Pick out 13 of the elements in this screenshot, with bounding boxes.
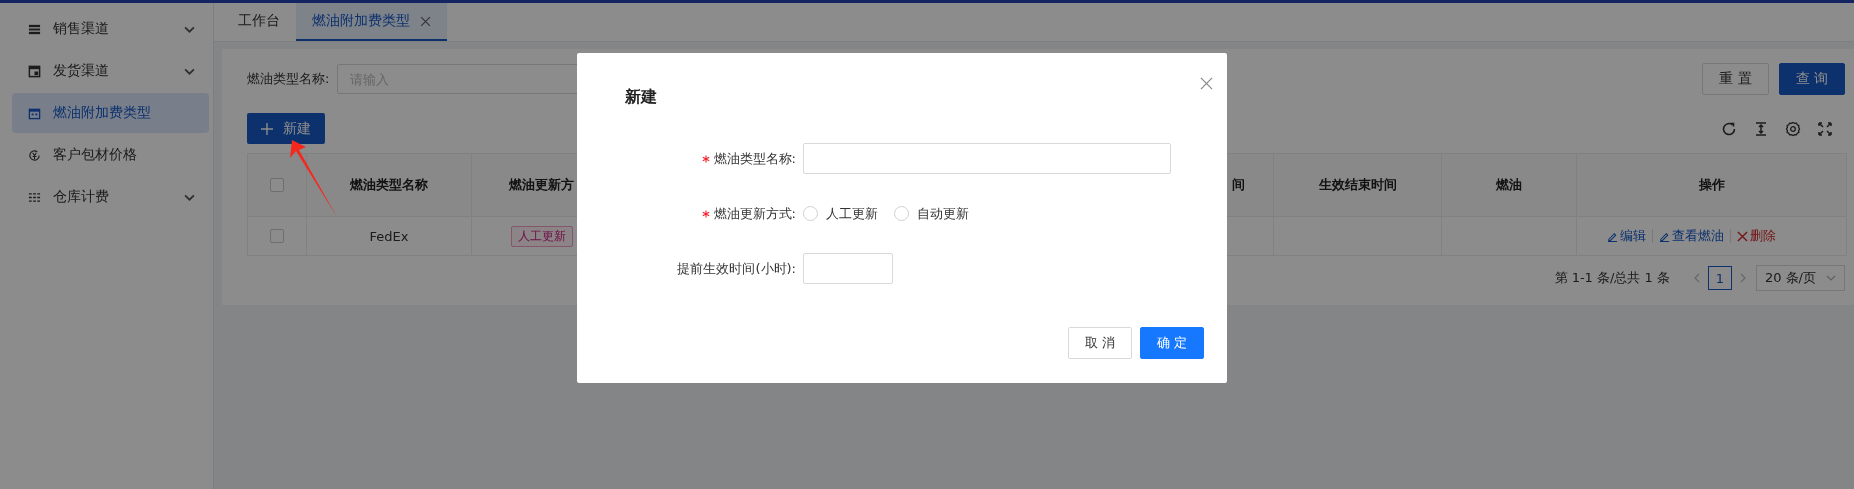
column-header: 操作 [1698,176,1725,194]
column-header: 间 [1232,176,1245,194]
column-header: 燃油类型名称 [350,176,428,194]
column-header: 生效结束时间 [1318,176,1397,194]
field-label: 燃油类型名称: [713,149,796,168]
filter-label: 燃油类型名称: [247,70,330,88]
column-header: 燃油 [1496,176,1522,194]
column-header: 燃油更新方 [509,176,574,194]
field-label: 燃油更新方式: [713,204,796,223]
pagination-summary: 第 1-1 条/总共 1 条 [1554,269,1670,287]
field-label: 提前生效时间(小时): [677,259,796,278]
status-tag: 人工更新 [510,225,573,247]
table-cell: FedEx [369,228,409,244]
